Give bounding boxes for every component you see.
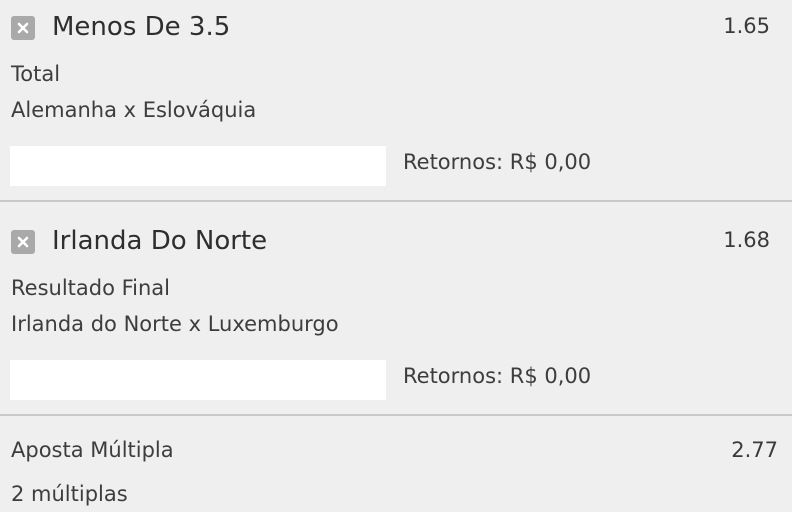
multiple-bet-title: Aposta Múltipla	[11, 438, 174, 462]
stake-input[interactable]	[10, 360, 386, 400]
selection-odds: 1.68	[723, 228, 770, 252]
multiple-bet-odds: 2.77	[731, 438, 778, 462]
remove-selection-button[interactable]	[11, 16, 35, 40]
selection-odds: 1.65	[723, 14, 770, 38]
multiple-bet-summary: Aposta Múltipla 2.77 2 múltiplas	[0, 418, 792, 512]
selection-name: Irlanda Do Norte	[52, 226, 268, 256]
close-icon	[17, 22, 29, 34]
remove-selection-button[interactable]	[11, 230, 35, 254]
multiple-bet-count: 2 múltiplas	[11, 482, 128, 506]
returns-label: Retornos: R$ 0,00	[403, 150, 592, 174]
market-name: Resultado Final	[11, 276, 171, 300]
bet-slip-item: Irlanda Do Norte 1.68 Resultado Final Ir…	[0, 214, 792, 416]
bet-slip-item: Menos De 3.5 1.65 Total Alemanha x Eslov…	[0, 0, 792, 202]
stake-input[interactable]	[10, 146, 386, 186]
market-name: Total	[11, 62, 61, 86]
returns-label: Retornos: R$ 0,00	[403, 364, 592, 388]
event-name: Irlanda do Norte x Luxemburgo	[11, 312, 339, 336]
selection-name: Menos De 3.5	[52, 12, 231, 42]
event-name: Alemanha x Eslováquia	[11, 98, 257, 122]
close-icon	[17, 236, 29, 248]
